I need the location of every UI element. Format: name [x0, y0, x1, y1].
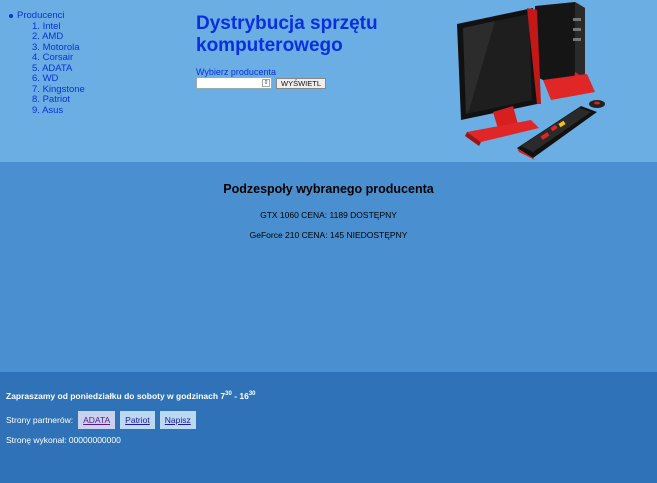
- manufacturer-select[interactable]: ⇕: [196, 77, 272, 89]
- partner-link-patriot[interactable]: Patriot: [120, 411, 155, 429]
- manufacturer-nav: Producenci 1. Intel 2. AMD 3. Motorola 4…: [6, 10, 85, 117]
- footer: Zapraszamy od poniedziałku do soboty w g…: [0, 372, 657, 483]
- spinner-arrows-icon[interactable]: ⇕: [262, 79, 270, 87]
- bullet-icon: [9, 14, 13, 19]
- partners-label: Strony partnerów:: [6, 415, 74, 425]
- select-label: Wybierz producenta: [196, 67, 276, 77]
- partners-row: Strony partnerów: ADATA Patriot Napisz: [6, 411, 196, 429]
- opening-hours: Zapraszamy od poniedziałku do soboty w g…: [6, 391, 256, 401]
- pc-computer-illustration-icon: [457, 2, 605, 160]
- product-row: GTX 1060 CENA: 1189 DOSTĘPNY: [260, 210, 397, 220]
- main-content: Podzespoły wybranego producenta GTX 1060…: [0, 162, 657, 372]
- manufacturer-item[interactable]: 9. Asus: [32, 105, 85, 117]
- header: Producenci 1. Intel 2. AMD 3. Motorola 4…: [0, 0, 657, 162]
- show-button[interactable]: WYŚWIETL: [276, 78, 327, 89]
- contact-link[interactable]: Napisz: [159, 411, 196, 429]
- products-heading: Podzespoły wybranego producenta: [223, 182, 434, 196]
- partner-link-adata[interactable]: ADATA: [78, 411, 116, 429]
- product-row: GeForce 210 CENA: 145 NIEDOSTĘPNY: [249, 230, 408, 240]
- author-credit: Stronę wykonał: 00000000000: [6, 435, 121, 445]
- manufacturer-list: 1. Intel 2. AMD 3. Motorola 4. Corsair 5…: [6, 21, 85, 117]
- page-title: Dystrybucja sprzętu komputerowego: [196, 13, 378, 56]
